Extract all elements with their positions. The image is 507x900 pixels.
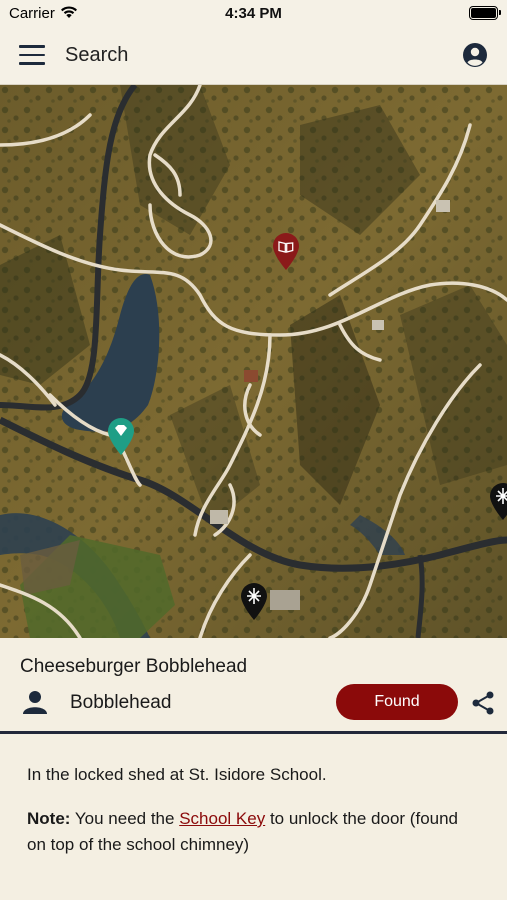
status-bar: Carrier 4:34 PM bbox=[0, 0, 507, 28]
note-prefix: You need the bbox=[74, 809, 175, 828]
school-key-link[interactable]: School Key bbox=[179, 809, 265, 828]
note-label: Note: bbox=[27, 809, 71, 828]
item-description: In the locked shed at St. Isidore School… bbox=[0, 734, 507, 900]
clock: 4:34 PM bbox=[225, 5, 282, 22]
top-bar: Search bbox=[0, 28, 507, 85]
share-icon[interactable] bbox=[470, 690, 496, 716]
satellite-map[interactable] bbox=[0, 85, 507, 638]
note-text: Note: You need the School Key to unlock … bbox=[27, 806, 480, 858]
map-view[interactable] bbox=[0, 85, 507, 638]
bobblehead-marker-icon-edge[interactable] bbox=[489, 483, 507, 521]
found-button[interactable]: Found bbox=[336, 684, 458, 720]
item-info-panel: Cheeseburger Bobblehead Bobblehead Found bbox=[0, 638, 507, 734]
item-title: Cheeseburger Bobblehead bbox=[20, 656, 248, 677]
hamburger-icon bbox=[19, 45, 45, 48]
menu-button[interactable] bbox=[19, 45, 45, 67]
account-icon[interactable] bbox=[462, 42, 488, 68]
bobblehead-marker-icon[interactable] bbox=[240, 583, 268, 621]
battery-icon bbox=[469, 6, 501, 20]
item-category: Bobblehead bbox=[70, 692, 172, 713]
location-text: In the locked shed at St. Isidore School… bbox=[27, 765, 327, 784]
person-icon bbox=[23, 691, 47, 714]
search-input[interactable]: Search bbox=[65, 44, 128, 67]
gem-marker-icon[interactable] bbox=[107, 418, 135, 456]
book-marker-icon[interactable] bbox=[272, 233, 300, 271]
